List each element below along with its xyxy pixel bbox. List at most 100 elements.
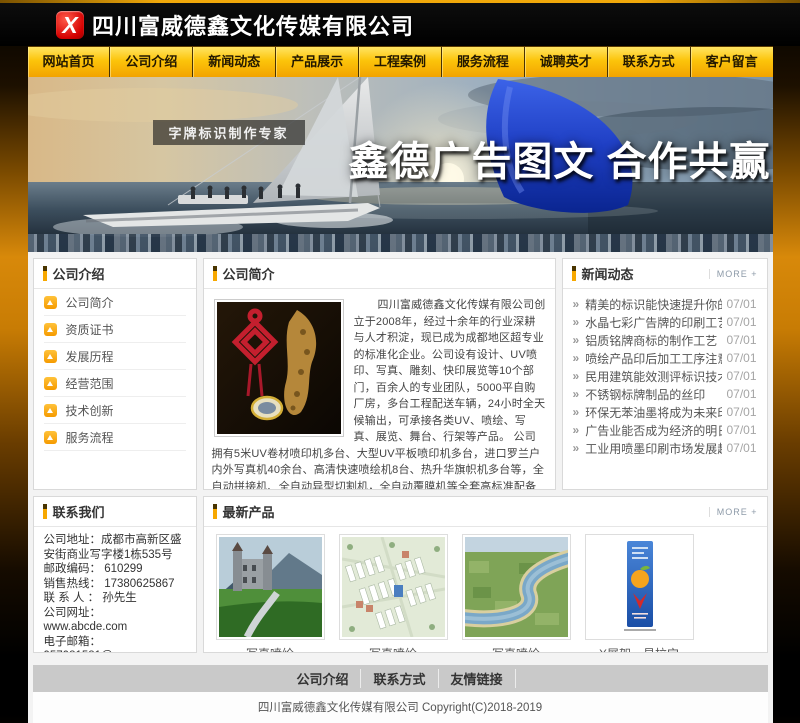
news-item-date: 07/01 bbox=[726, 351, 756, 365]
company-name[interactable]: 四川富威德鑫文化传媒有限公司 bbox=[92, 9, 414, 41]
copyright-text: 四川富威德鑫文化传媒有限公司 Copyright(C)2018-2019 bbox=[33, 692, 768, 723]
news-item[interactable]: » 广告业能否成为经济的明日 07/01 bbox=[573, 421, 757, 439]
product-item[interactable]: X展架、易拉宝 bbox=[585, 534, 694, 653]
company-intro-header: 公司介绍 bbox=[34, 259, 196, 289]
header-accent-bar bbox=[213, 266, 217, 281]
news-item[interactable]: » 精美的标识能快速提升你的 07/01 bbox=[573, 295, 757, 313]
footer-link[interactable]: 公司介绍 bbox=[284, 669, 361, 688]
news-item-date: 07/01 bbox=[726, 369, 756, 383]
banner-tagline: 字牌标识制作专家 bbox=[153, 120, 305, 145]
footer-link[interactable]: 友情链接 bbox=[439, 669, 516, 688]
news-header: 新闻动态 MORE + bbox=[563, 259, 767, 289]
banner-pixel-streaks bbox=[28, 234, 773, 252]
sidebar-menu-item[interactable]: 技术创新 bbox=[44, 397, 186, 424]
header-accent-bar bbox=[213, 504, 217, 519]
product-caption: 写真喷绘 bbox=[339, 645, 448, 653]
up-arrow-icon bbox=[44, 404, 57, 417]
products-header: 最新产品 MORE + bbox=[204, 497, 767, 527]
nav-item-label: 公司介绍 bbox=[125, 54, 177, 69]
chinese-knot-photo bbox=[214, 299, 344, 437]
castle-landscape-photo bbox=[216, 534, 325, 640]
up-arrow-icon bbox=[44, 350, 57, 363]
news-item-date: 07/01 bbox=[726, 333, 756, 347]
content-row-2: 联系我们 公司地址：成都市高新区盛安街商业写字楼1栋535号 邮政编码： 610… bbox=[33, 496, 768, 653]
nav-item[interactable]: 产品展示 bbox=[275, 47, 358, 77]
news-item[interactable]: » 喷绘产品印后加工工序注意 07/01 bbox=[573, 349, 757, 367]
sidebar-item-label: 经营范围 bbox=[66, 375, 114, 392]
up-arrow-icon bbox=[44, 377, 57, 390]
up-arrow-icon bbox=[44, 323, 57, 336]
nav-item[interactable]: 服务流程 bbox=[441, 47, 524, 77]
hero-banner: 字牌标识制作专家 鑫德广告图文 合作共赢 bbox=[28, 77, 773, 252]
site-header: X 四川富威德鑫文化传媒有限公司 bbox=[0, 3, 800, 46]
nav-item-label: 诚聘英才 bbox=[540, 54, 592, 69]
news-item[interactable]: » 铝质铭牌商标的制作工艺 07/01 bbox=[573, 331, 757, 349]
sidebar-menu-item[interactable]: 经营范围 bbox=[44, 370, 186, 397]
sidebar-menu-item[interactable]: 公司简介 bbox=[44, 289, 186, 316]
nav-item-label: 工程案例 bbox=[374, 54, 426, 69]
product-item[interactable]: 写真喷绘 bbox=[339, 534, 448, 653]
double-arrow-bullet-icon: » bbox=[573, 423, 580, 437]
nav-item[interactable]: 工程案例 bbox=[358, 47, 441, 77]
news-item[interactable]: » 不锈钢标牌制品的丝印 07/01 bbox=[573, 385, 757, 403]
double-arrow-bullet-icon: » bbox=[573, 387, 580, 401]
nav-item-label: 服务流程 bbox=[457, 54, 509, 69]
news-item-date: 07/01 bbox=[726, 405, 756, 419]
box-title: 最新产品 bbox=[223, 502, 275, 521]
box-title: 公司简介 bbox=[223, 264, 275, 283]
news-item-title: 水晶七彩广告牌的印刷工艺 bbox=[585, 314, 722, 331]
sidebar-item-label: 公司简介 bbox=[66, 294, 114, 311]
sidebar-menu-item[interactable]: 资质证书 bbox=[44, 316, 186, 343]
header-accent-bar bbox=[572, 266, 576, 281]
company-profile-header: 公司简介 bbox=[204, 259, 555, 289]
footer-link[interactable]: 联系方式 bbox=[361, 669, 438, 688]
content-area: 公司介绍 公司简介 资质证书 bbox=[28, 252, 773, 723]
news-item-date: 07/01 bbox=[726, 441, 756, 455]
river-aerial-photo bbox=[462, 534, 571, 640]
header-accent-bar bbox=[43, 266, 47, 281]
sidebar-menu-item[interactable]: 发展历程 bbox=[44, 343, 186, 370]
contact-line: 邮政编码： 610299 bbox=[44, 562, 186, 577]
news-more-link[interactable]: MORE + bbox=[709, 269, 758, 279]
news-item[interactable]: » 民用建筑能效测评标识技术 07/01 bbox=[573, 367, 757, 385]
sidebar-menu-item[interactable]: 服务流程 bbox=[44, 424, 186, 451]
nav-item[interactable]: 新闻动态 bbox=[192, 47, 275, 77]
double-arrow-bullet-icon: » bbox=[573, 405, 580, 419]
contact-box: 联系我们 公司地址：成都市高新区盛安街商业写字楼1栋535号 邮政编码： 610… bbox=[33, 496, 197, 653]
news-item[interactable]: » 水晶七彩广告牌的印刷工艺 07/01 bbox=[573, 313, 757, 331]
banner-headline: 鑫德广告图文 合作共赢 bbox=[348, 129, 770, 187]
double-arrow-bullet-icon: » bbox=[573, 315, 580, 329]
news-item-title: 不锈钢标牌制品的丝印 bbox=[585, 386, 722, 403]
news-item[interactable]: » 环保无苯油墨将成为未来印 07/01 bbox=[573, 403, 757, 421]
sidebar-menu: 公司简介 资质证书 发展历程 bbox=[34, 289, 196, 451]
news-item-title: 铝质铭牌商标的制作工艺 bbox=[585, 332, 722, 349]
sidebar-item-label: 发展历程 bbox=[66, 348, 114, 365]
nav-item-label: 联系方式 bbox=[623, 54, 675, 69]
nav-item[interactable]: 联系方式 bbox=[607, 47, 690, 77]
company-profile-body: 四川富威德鑫文化传媒有限公司创立于2008年，经过十余年的行业深耕与人才积淀，现… bbox=[204, 289, 555, 490]
news-item-title: 民用建筑能效测评标识技术 bbox=[585, 368, 722, 385]
news-item-title: 环保无苯油墨将成为未来印 bbox=[585, 404, 722, 421]
double-arrow-bullet-icon: » bbox=[573, 351, 580, 365]
product-item[interactable]: 写真喷绘 bbox=[462, 534, 571, 653]
contact-line: 联 系 人 ： 孙先生 bbox=[44, 591, 186, 606]
nav-item[interactable]: 客户留言 bbox=[690, 47, 773, 77]
nav-item[interactable]: 诚聘英才 bbox=[524, 47, 607, 77]
contact-line: 957081581@qq.com bbox=[44, 649, 186, 653]
nav-item[interactable]: 网站首页 bbox=[28, 47, 110, 77]
product-caption: 写真喷绘 bbox=[216, 645, 325, 653]
company-logo-icon[interactable]: X bbox=[56, 11, 84, 39]
products-more-link[interactable]: MORE + bbox=[709, 507, 758, 517]
news-item-date: 07/01 bbox=[726, 297, 756, 311]
product-item[interactable]: 写真喷绘 bbox=[216, 534, 325, 653]
sidebar-item-label: 资质证书 bbox=[66, 321, 114, 338]
nav-item[interactable]: 公司介绍 bbox=[109, 47, 192, 77]
sidebar-item-label: 服务流程 bbox=[66, 429, 114, 446]
contact-line: 公司地址：成都市高新区盛安街商业写字楼1栋535号 bbox=[44, 533, 186, 562]
contact-line: 电子邮箱： bbox=[44, 635, 186, 650]
nav-item-label: 客户留言 bbox=[706, 54, 758, 69]
news-item[interactable]: » 工业用喷墨印刷市场发展趋 07/01 bbox=[573, 439, 757, 457]
residential-aerial-render bbox=[339, 534, 448, 640]
news-item-title: 精美的标识能快速提升你的 bbox=[585, 296, 722, 313]
products-list: 写真喷绘 bbox=[204, 527, 767, 653]
